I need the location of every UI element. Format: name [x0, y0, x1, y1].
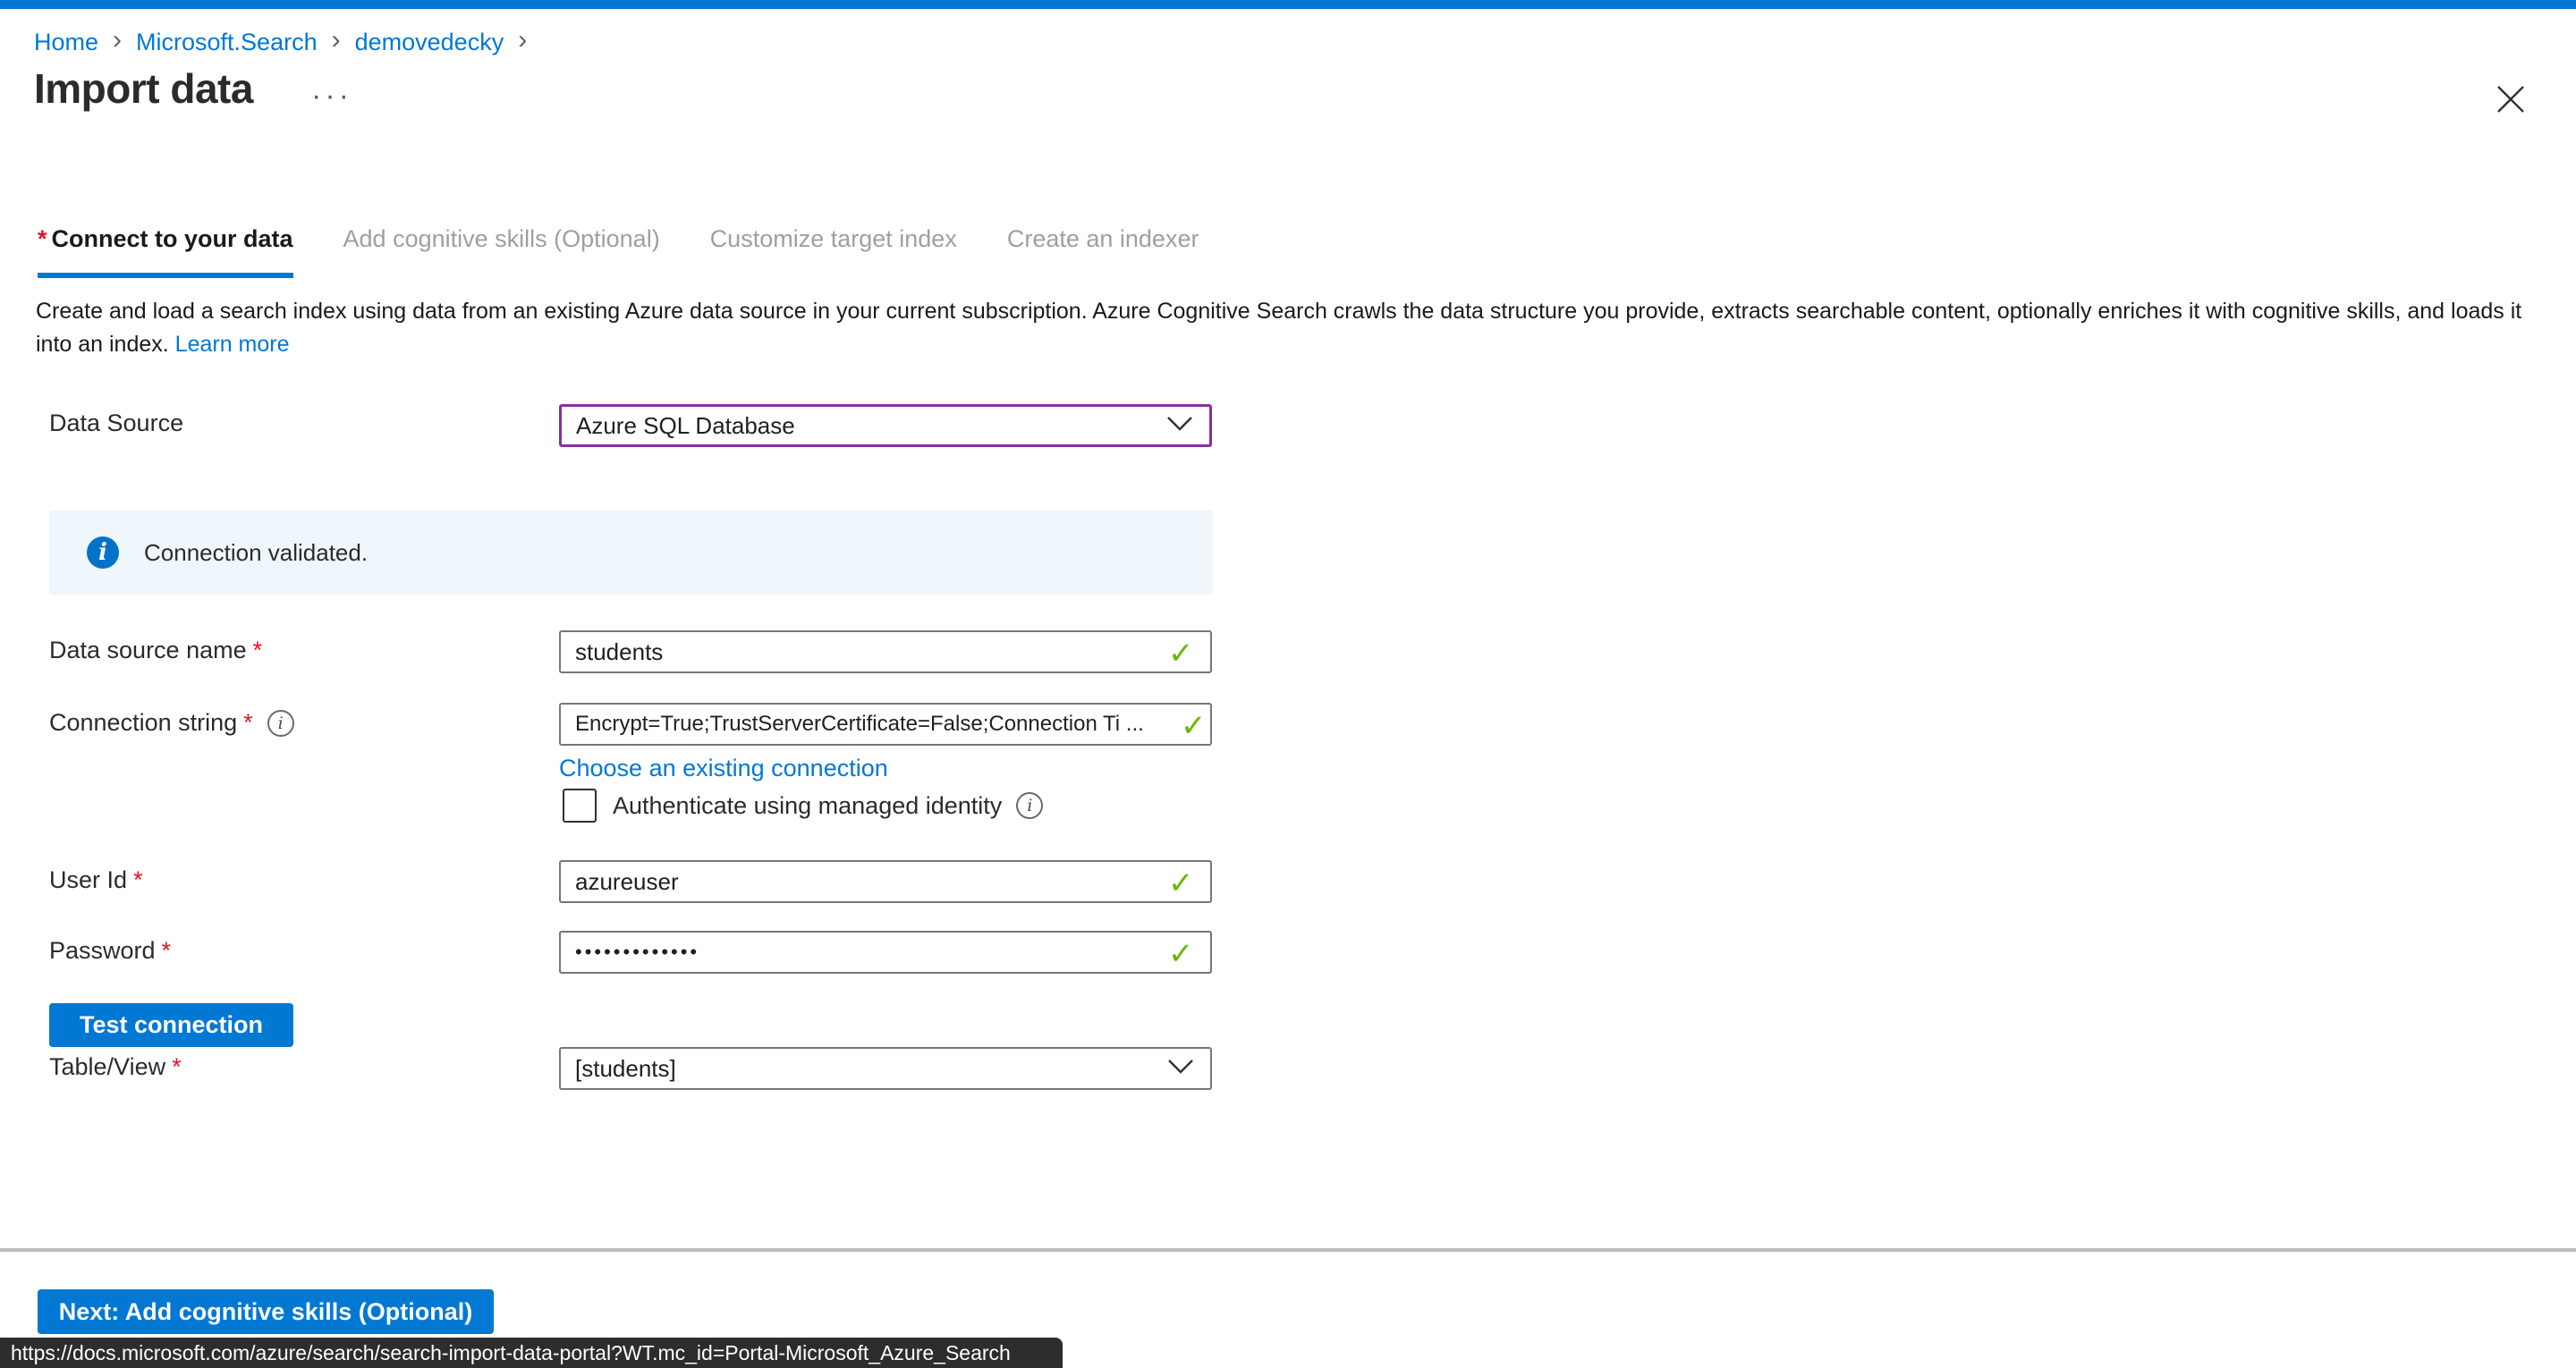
- breadcrumb-home[interactable]: Home: [34, 29, 98, 56]
- breadcrumb-separator-icon: ›: [113, 25, 122, 55]
- breadcrumb-microsoft-search[interactable]: Microsoft.Search: [136, 29, 318, 56]
- data-source-name-input[interactable]: [559, 630, 1212, 673]
- data-source-label: Data Source: [49, 410, 183, 437]
- info-icon: i: [87, 536, 119, 569]
- breadcrumb-demovedecky[interactable]: demovedecky: [355, 29, 504, 56]
- page-title: Import data: [34, 64, 253, 113]
- azure-top-bar: [0, 0, 2576, 9]
- managed-identity-row: Authenticate using managed identity i: [563, 789, 1043, 823]
- table-view-label: Table/View *: [49, 1053, 182, 1081]
- wizard-tabs: *Connect to your data Add cognitive skil…: [38, 225, 1199, 278]
- data-source-dropdown[interactable]: Azure SQL Database: [559, 404, 1212, 447]
- footer-divider: [0, 1248, 2576, 1252]
- connection-string-input[interactable]: [559, 703, 1212, 746]
- info-icon[interactable]: i: [1016, 792, 1043, 819]
- required-asterisk: *: [243, 709, 253, 737]
- data-source-name-label: Data source name *: [49, 637, 262, 664]
- data-source-value: Azure SQL Database: [576, 412, 795, 440]
- required-asterisk: *: [162, 937, 172, 965]
- valid-check-icon: ✓: [1168, 936, 1194, 972]
- connection-string-label: Connection string * i: [49, 709, 294, 737]
- more-actions-icon[interactable]: ···: [311, 79, 352, 114]
- table-view-value: [students]: [575, 1055, 676, 1083]
- user-id-label: User Id *: [49, 866, 143, 894]
- managed-identity-checkbox[interactable]: [563, 789, 597, 823]
- test-connection-button[interactable]: Test connection: [49, 1003, 293, 1047]
- tab-customize-target-index[interactable]: Customize target index: [710, 225, 957, 278]
- required-asterisk: *: [38, 225, 47, 252]
- learn-more-link[interactable]: Learn more: [175, 332, 290, 357]
- info-icon[interactable]: i: [267, 710, 294, 737]
- next-add-cognitive-skills-button[interactable]: Next: Add cognitive skills (Optional): [38, 1289, 494, 1334]
- chevron-down-icon: [1167, 1059, 1194, 1079]
- valid-check-icon: ✓: [1168, 866, 1194, 901]
- managed-identity-label: Authenticate using managed identity: [613, 792, 1002, 820]
- user-id-input[interactable]: [559, 860, 1212, 903]
- choose-existing-connection-link[interactable]: Choose an existing connection: [559, 755, 888, 782]
- link-preview-status-bar: https://docs.microsoft.com/azure/search/…: [0, 1338, 1063, 1368]
- breadcrumb-separator-icon: ›: [332, 25, 341, 55]
- table-view-dropdown[interactable]: [students]: [559, 1047, 1212, 1090]
- breadcrumb: Home › Microsoft.Search › demovedecky ›: [34, 27, 527, 57]
- required-asterisk: *: [133, 866, 143, 894]
- breadcrumb-separator-icon: ›: [518, 25, 527, 55]
- required-asterisk: *: [253, 637, 263, 664]
- chevron-down-icon: [1166, 416, 1193, 436]
- required-asterisk: *: [172, 1053, 182, 1081]
- valid-check-icon: ✓: [1168, 636, 1194, 671]
- connection-validated-banner: i Connection validated.: [49, 511, 1213, 595]
- tab-create-an-indexer[interactable]: Create an indexer: [1007, 225, 1199, 278]
- close-icon[interactable]: [2492, 80, 2529, 118]
- password-input[interactable]: [559, 931, 1212, 974]
- password-label: Password *: [49, 937, 171, 965]
- banner-text: Connection validated.: [144, 539, 368, 567]
- valid-check-icon: ✓: [1181, 708, 1207, 744]
- tab-add-cognitive-skills[interactable]: Add cognitive skills (Optional): [343, 225, 660, 278]
- tab-connect-to-your-data[interactable]: *Connect to your data: [38, 225, 293, 278]
- intro-text: Create and load a search index using dat…: [36, 295, 2555, 361]
